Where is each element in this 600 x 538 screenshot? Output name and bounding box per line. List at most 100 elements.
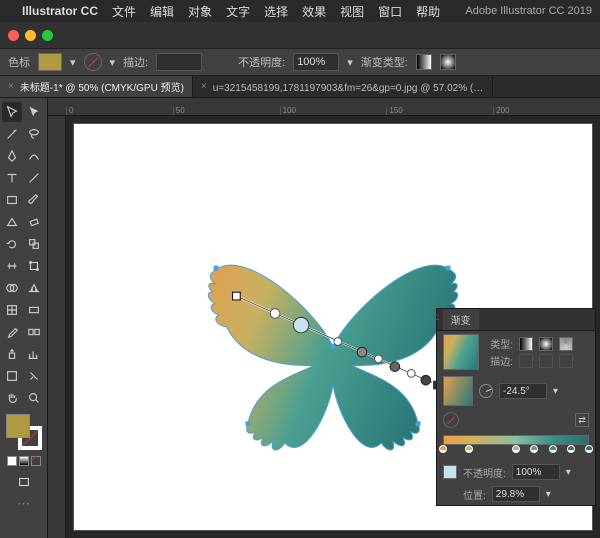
ruler-tick: 0 <box>66 107 173 115</box>
gradient-radial-icon[interactable] <box>440 54 456 70</box>
slice-tool[interactable] <box>24 366 44 386</box>
color-mode-gradient[interactable] <box>19 456 29 466</box>
rectangle-tool[interactable] <box>2 190 22 210</box>
dropdown-icon[interactable]: ▾ <box>566 467 571 478</box>
gradient-tool[interactable] <box>24 300 44 320</box>
gradient-stop[interactable] <box>585 445 593 453</box>
color-mode-none[interactable] <box>31 456 41 466</box>
gradient-radial-icon[interactable] <box>539 337 553 351</box>
stop-opacity-input[interactable] <box>512 464 560 480</box>
selection-tool[interactable] <box>2 102 22 122</box>
selection-type-label: 色标 <box>8 54 30 70</box>
close-icon[interactable]: × <box>8 81 14 92</box>
curvature-tool[interactable] <box>24 146 44 166</box>
gradient-stop[interactable] <box>439 445 447 453</box>
gradient-linear-icon[interactable] <box>519 337 533 351</box>
column-graph-tool[interactable] <box>24 344 44 364</box>
fill-swatch[interactable] <box>38 53 62 71</box>
free-transform-tool[interactable] <box>24 256 44 276</box>
magic-wand-tool[interactable] <box>2 124 22 144</box>
symbol-sprayer-tool[interactable] <box>2 344 22 364</box>
scale-tool[interactable] <box>24 234 44 254</box>
dropdown-icon[interactable]: ▾ <box>110 56 116 69</box>
gradient-stop[interactable] <box>512 445 520 453</box>
screen-mode-normal[interactable] <box>14 472 34 492</box>
gradient-preview-swatch[interactable] <box>443 334 479 370</box>
width-tool[interactable] <box>2 256 22 276</box>
edit-toolbar[interactable]: ⋯ <box>14 494 34 514</box>
rotate-tool[interactable] <box>2 234 22 254</box>
lasso-tool[interactable] <box>24 124 44 144</box>
dropdown-icon[interactable]: ▾ <box>546 489 551 500</box>
gradient-stops-row[interactable] <box>443 447 589 457</box>
paintbrush-tool[interactable] <box>24 190 44 210</box>
menu-file[interactable]: 文件 <box>112 3 136 20</box>
window-close-button[interactable] <box>8 30 19 41</box>
direct-selection-tool[interactable] <box>24 102 44 122</box>
document-tab[interactable]: × 未标题-1* @ 50% (CMYK/GPU 预览) <box>0 76 193 97</box>
opacity-label: 不透明度: <box>463 465 506 480</box>
eyedropper-tool[interactable] <box>2 322 22 342</box>
gradient-fill-thumb[interactable] <box>443 376 473 406</box>
ruler-tick: 150 <box>386 107 493 115</box>
gradient-stop[interactable] <box>530 445 538 453</box>
perspective-grid-tool[interactable] <box>24 278 44 298</box>
menu-edit[interactable]: 编辑 <box>150 3 174 20</box>
stop-color-swatch[interactable] <box>443 465 457 479</box>
gradient-stop[interactable] <box>465 445 473 453</box>
pen-tool[interactable] <box>2 146 22 166</box>
type-tool[interactable] <box>2 168 22 188</box>
opacity-label: 不透明度: <box>238 54 285 70</box>
shape-builder-tool[interactable] <box>2 278 22 298</box>
stroke-weight-input[interactable] <box>156 53 202 71</box>
close-icon[interactable]: × <box>201 81 207 92</box>
gradient-stop[interactable] <box>549 445 557 453</box>
no-stroke-icon[interactable] <box>443 412 459 428</box>
color-mode-solid[interactable] <box>7 456 17 466</box>
reverse-gradient-icon[interactable] <box>575 413 589 427</box>
gradient-freeform-icon[interactable] <box>559 337 573 351</box>
window-maximize-button[interactable] <box>42 30 53 41</box>
stroke-grad-along-icon[interactable] <box>539 354 553 368</box>
blend-tool[interactable] <box>24 322 44 342</box>
fill-stroke-indicator[interactable] <box>6 414 42 450</box>
mesh-tool[interactable] <box>2 300 22 320</box>
gradient-linear-icon[interactable] <box>416 54 432 70</box>
menu-object[interactable]: 对象 <box>188 3 212 20</box>
opacity-input[interactable] <box>293 53 339 71</box>
shaper-tool[interactable] <box>2 212 22 232</box>
no-stroke-icon[interactable] <box>84 53 102 71</box>
artboard-tool[interactable] <box>2 366 22 386</box>
line-tool[interactable] <box>24 168 44 188</box>
fill-indicator[interactable] <box>6 414 30 438</box>
menu-select[interactable]: 选择 <box>264 3 288 20</box>
dropdown-icon[interactable]: ▾ <box>347 56 353 69</box>
gradient-ramp[interactable] <box>443 435 589 445</box>
window-minimize-button[interactable] <box>25 30 36 41</box>
menu-help[interactable]: 帮助 <box>416 3 440 20</box>
angle-input[interactable] <box>499 383 547 399</box>
document-tab[interactable]: × u=3215458199,1781197903&fm=26&gp=0.jpg… <box>193 76 493 97</box>
menu-window[interactable]: 窗口 <box>378 3 402 20</box>
stroke-grad-within-icon[interactable] <box>519 354 533 368</box>
gradient-panel[interactable]: :: 渐变 类型: 描边: ▾ <box>436 308 596 506</box>
gradient-type-label: 渐变类型: <box>361 54 408 70</box>
menu-type[interactable]: 文字 <box>226 3 250 20</box>
stroke-grad-across-icon[interactable] <box>559 354 573 368</box>
location-label: 位置: <box>463 487 486 502</box>
gradient-stop[interactable] <box>567 445 575 453</box>
dropdown-icon[interactable]: ▾ <box>70 56 76 69</box>
panel-tab-gradient[interactable]: 渐变 <box>443 309 479 330</box>
eraser-tool[interactable] <box>24 212 44 232</box>
zoom-tool[interactable] <box>24 388 44 408</box>
menu-view[interactable]: 视图 <box>340 3 364 20</box>
panel-grip-icon[interactable]: :: <box>431 309 443 330</box>
dropdown-icon[interactable]: ▾ <box>553 386 558 397</box>
type-label: 类型: <box>485 336 513 351</box>
stop-location-input[interactable] <box>492 486 540 502</box>
app-menu[interactable]: Illustrator CC <box>22 4 98 18</box>
stroke-label: 描边: <box>123 54 148 70</box>
vertical-ruler <box>48 116 66 538</box>
hand-tool[interactable] <box>2 388 22 408</box>
menu-effect[interactable]: 效果 <box>302 3 326 20</box>
